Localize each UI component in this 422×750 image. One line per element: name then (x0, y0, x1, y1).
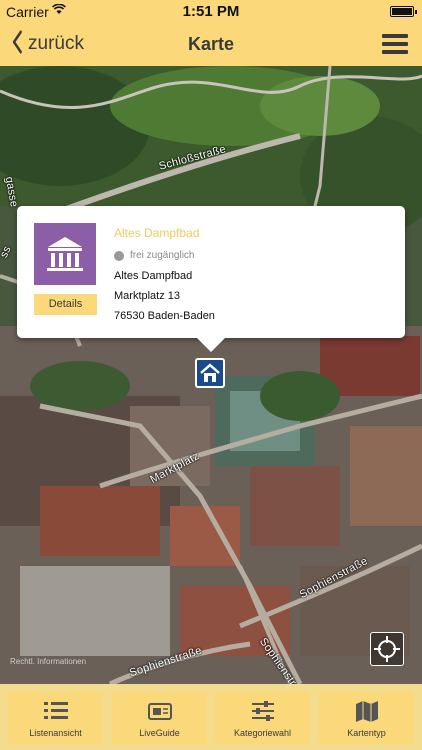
clock: 1:51 PM (182, 3, 240, 20)
tab-label: LiveGuide (139, 728, 180, 738)
crosshair-icon (374, 636, 400, 662)
nav-bar: zurück Karte (0, 22, 422, 66)
locate-me-button[interactable] (370, 632, 404, 666)
poi-popup[interactable]: Details Altes Dampfbad frei zugänglich A… (17, 206, 405, 352)
poi-title[interactable]: Altes Dampfbad (114, 226, 199, 240)
address-city: 76530 Baden-Baden (114, 310, 215, 322)
page-title: Karte (187, 34, 235, 54)
list-icon (44, 702, 68, 719)
tab-label: Kartentyp (347, 728, 386, 738)
address-name: Altes Dampfbad (114, 270, 193, 282)
liveguide-icon (148, 703, 172, 720)
tab-listenansicht[interactable]: Listenansicht (8, 692, 103, 744)
bottom-tab-bar: Listenansicht LiveGuide Kategoriewahl Ka… (0, 684, 422, 750)
top-bar: Carrier 1:51 PM zurück Karte (0, 0, 422, 66)
tab-label: Kategoriewahl (233, 728, 292, 738)
museum-icon (34, 223, 96, 285)
tab-liveguide[interactable]: LiveGuide (112, 692, 207, 744)
status-bar: Carrier 1:51 PM (0, 0, 422, 22)
tab-label: Listenansicht (29, 728, 82, 738)
map-icon (356, 701, 378, 722)
hamburger-menu-icon[interactable] (382, 34, 408, 54)
home-marker-icon (200, 363, 220, 382)
map-marker[interactable] (195, 358, 225, 388)
status-dot-icon (114, 250, 124, 261)
battery-icon (390, 6, 417, 17)
legal-info-link[interactable]: Rechtl. Informationen (10, 657, 86, 666)
access-label: frei zugänglich (130, 250, 195, 261)
address-street: Marktplatz 13 (114, 290, 181, 302)
tab-kategoriewahl[interactable]: Kategoriewahl (215, 692, 310, 744)
details-button[interactable]: Details (34, 294, 97, 315)
sliders-icon (252, 701, 274, 721)
access-status: frei zugänglich (114, 250, 194, 261)
tab-kartentyp[interactable]: Kartentyp (319, 692, 414, 744)
